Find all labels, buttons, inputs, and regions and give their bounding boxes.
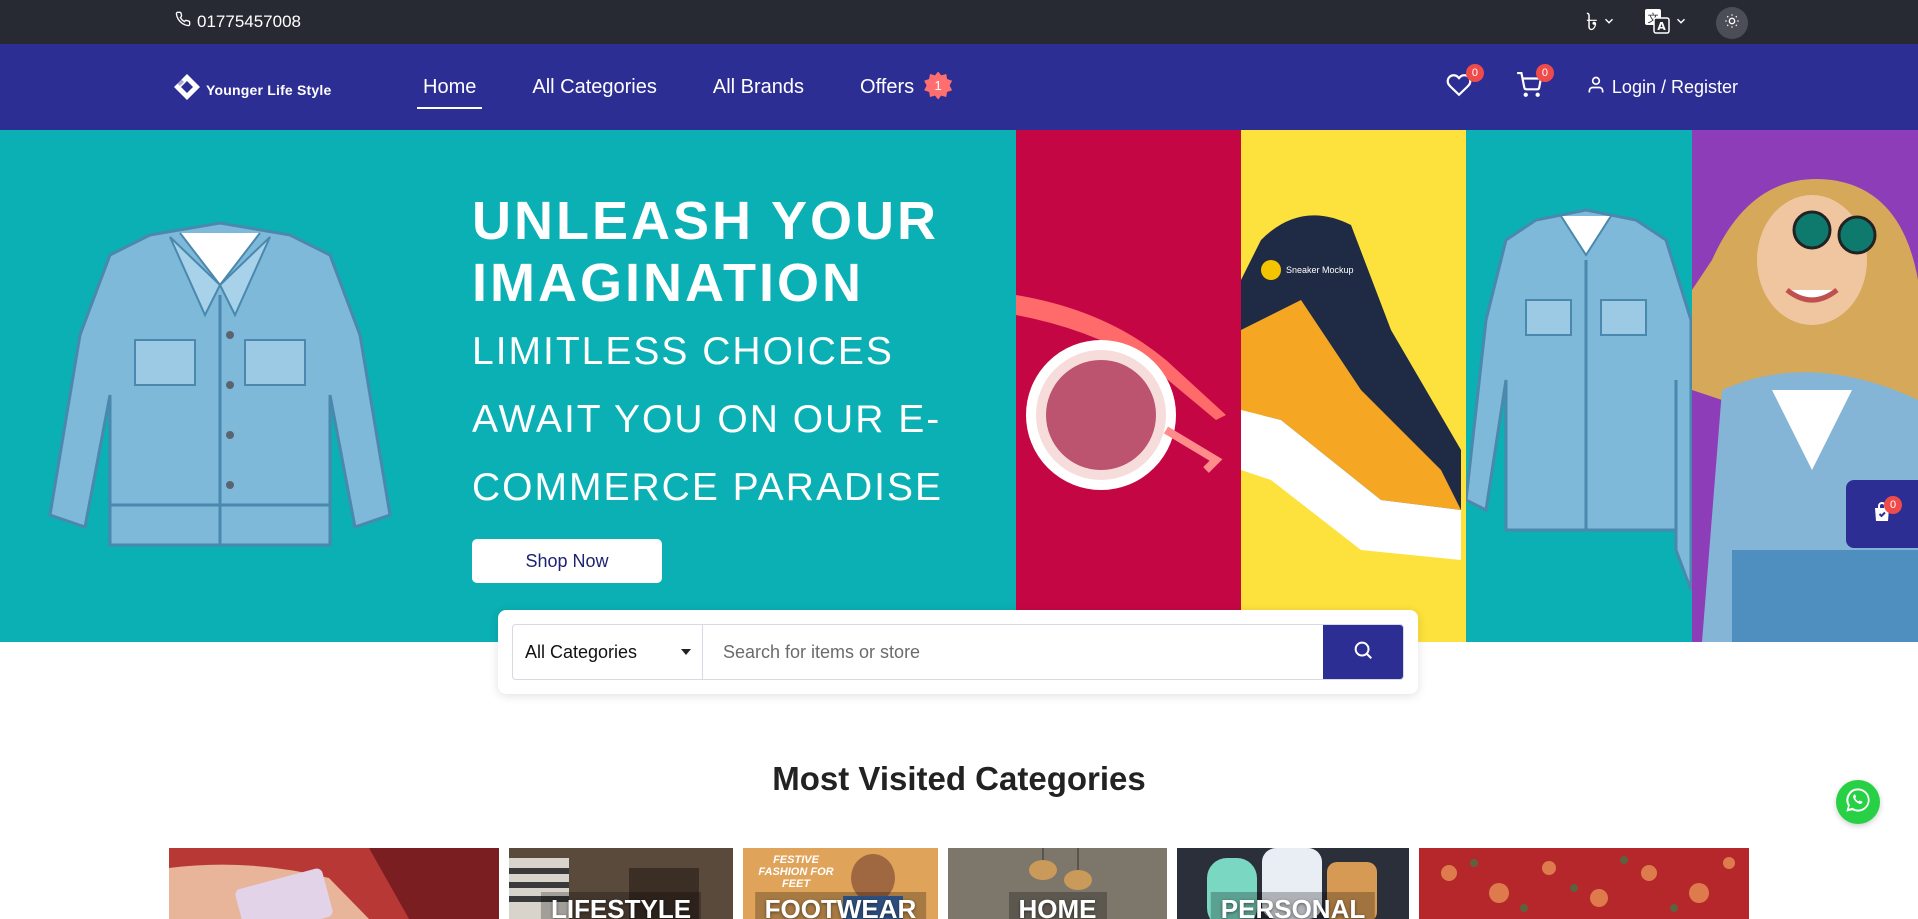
caret-down-icon bbox=[680, 642, 692, 663]
category-select-value: All Categories bbox=[525, 641, 638, 662]
hero-panel-jacket bbox=[1466, 130, 1692, 642]
floating-cart-count: 0 bbox=[1884, 496, 1902, 514]
hero-title: UNLEASH YOUR IMAGINATION bbox=[472, 191, 940, 313]
nav-links: Home All Categories All Brands Offers 1 bbox=[417, 44, 953, 130]
hero-subtitle: LIMITLESS CHOICES AWAIT YOU ON OUR E-COM… bbox=[472, 330, 943, 509]
login-label: Login / Register bbox=[1611, 76, 1738, 97]
phone-contact[interactable]: 01775457008 bbox=[175, 11, 301, 32]
sneaker-label: Sneaker Mockup bbox=[1286, 265, 1354, 275]
category-select[interactable]: All Categories bbox=[513, 625, 703, 679]
sneaker-image: Sneaker Mockup bbox=[1241, 215, 1461, 560]
hero-banner: UNLEASH YOUR IMAGINATION LIMITLESS CHOIC… bbox=[0, 130, 1918, 642]
category-card-textiles[interactable] bbox=[1419, 848, 1749, 919]
heart-icon bbox=[1446, 73, 1472, 102]
denim-jacket-image-2 bbox=[1466, 208, 1692, 591]
phone-number: 01775457008 bbox=[197, 11, 302, 31]
currency-selector[interactable]: ৳ bbox=[1586, 11, 1616, 35]
nav-offers[interactable]: Offers 1 bbox=[854, 71, 953, 103]
category-label-home: HOME bbox=[1008, 892, 1107, 919]
category-card-home[interactable]: HOME bbox=[948, 848, 1167, 919]
category-card-personal[interactable]: PERSONAL bbox=[1177, 848, 1409, 919]
search-bar: All Categories bbox=[512, 624, 1404, 680]
hero-panel-sunglasses bbox=[1016, 130, 1241, 642]
whatsapp-button[interactable] bbox=[1836, 780, 1880, 824]
category-card-footwear[interactable]: FESTIVE FASHION FOR FEET FOOTWEAR bbox=[743, 848, 938, 919]
sunglasses-image bbox=[1016, 295, 1226, 490]
login-register-link[interactable]: Login / Register bbox=[1586, 75, 1738, 100]
search-button[interactable] bbox=[1323, 625, 1403, 679]
theme-toggle-button[interactable] bbox=[1716, 7, 1748, 39]
footwear-banner-text: FESTIVE FASHION FOR FEET bbox=[758, 854, 834, 890]
search-panel: All Categories bbox=[498, 610, 1418, 694]
taka-icon: ৳ bbox=[1586, 9, 1598, 36]
model-image bbox=[1692, 179, 1918, 642]
translate-icon: 文A bbox=[1644, 8, 1670, 39]
phone-icon bbox=[175, 11, 191, 32]
category-label-footwear: FOOTWEAR bbox=[754, 892, 927, 919]
category-card-shopping[interactable] bbox=[169, 848, 499, 919]
nav-all-categories[interactable]: All Categories bbox=[526, 72, 663, 103]
search-input[interactable] bbox=[703, 625, 1323, 679]
category-label-lifestyle: LIFESTYLE bbox=[540, 892, 702, 919]
chevron-down-icon bbox=[1602, 14, 1616, 33]
search-icon bbox=[1352, 639, 1374, 666]
denim-jacket-image bbox=[30, 215, 410, 570]
svg-text:A: A bbox=[1657, 20, 1666, 33]
language-selector[interactable]: 文A bbox=[1644, 8, 1688, 39]
whatsapp-icon bbox=[1844, 786, 1872, 819]
section-title: Most Visited Categories bbox=[772, 760, 1146, 797]
hero-panel-model bbox=[1692, 130, 1918, 642]
cart-count: 0 bbox=[1535, 63, 1554, 82]
category-label-personal: PERSONAL bbox=[1210, 892, 1376, 919]
logo[interactable]: Younger Life Style bbox=[172, 72, 331, 107]
logo-text: Younger Life Style bbox=[206, 81, 332, 98]
main-navbar: Younger Life Style Home All Categories A… bbox=[0, 44, 1918, 130]
category-card-lifestyle[interactable]: LIFESTYLE bbox=[509, 848, 733, 919]
offers-badge: 1 bbox=[924, 71, 953, 100]
cart-icon bbox=[1516, 71, 1543, 102]
nav-all-brands[interactable]: All Brands bbox=[707, 72, 810, 103]
cart-button[interactable]: 0 bbox=[1516, 63, 1554, 103]
wishlist-count: 0 bbox=[1465, 63, 1484, 82]
user-icon bbox=[1586, 75, 1606, 100]
shop-now-button[interactable]: Shop Now bbox=[472, 539, 662, 583]
category-image-card-payment bbox=[169, 848, 499, 919]
sun-icon bbox=[1724, 13, 1740, 34]
hero-main-panel: UNLEASH YOUR IMAGINATION LIMITLESS CHOIC… bbox=[0, 130, 1016, 642]
nav-offers-label: Offers bbox=[860, 75, 915, 98]
floating-cart-button[interactable]: 0 bbox=[1846, 480, 1918, 548]
category-image-textiles bbox=[1419, 848, 1749, 919]
chevron-down-icon bbox=[1674, 14, 1688, 33]
nav-home[interactable]: Home bbox=[417, 72, 483, 109]
hero-panel-sneaker: Sneaker Mockup bbox=[1241, 130, 1466, 642]
wishlist-button[interactable]: 0 bbox=[1446, 63, 1484, 103]
logo-icon bbox=[172, 72, 202, 107]
top-bar: 01775457008 ৳ 文A bbox=[0, 0, 1918, 44]
